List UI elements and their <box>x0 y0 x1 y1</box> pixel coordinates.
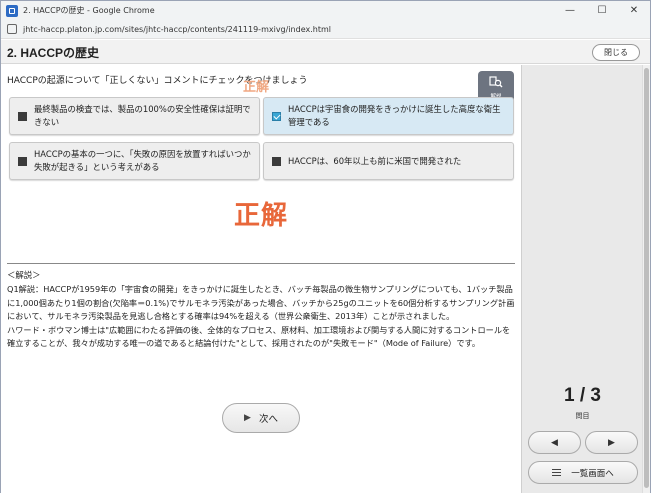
page-unit: 問目 <box>575 412 590 420</box>
window-controls: — ☐ ✕ <box>554 1 650 20</box>
divider <box>7 263 515 264</box>
option-4[interactable]: HACCPは、60年以上も前に米国で開発された <box>263 142 514 180</box>
page-counter: 1 / 3 <box>564 385 601 406</box>
option-2[interactable]: HACCPは宇宙食の開発をきっかけに誕生した高度な衛生管理である <box>263 97 514 135</box>
option-text: 最終製品の検査では、製品の100%の安全性確保は証明できない <box>34 104 251 127</box>
correct-mark-small: 正解 <box>243 80 270 95</box>
page-title: 2. HACCPの歴史 <box>7 46 100 60</box>
option-checkbox[interactable] <box>272 156 281 166</box>
main-content: HACCPの起源について「正しくない」コメントにチェックをつけましょう 正解 解… <box>1 65 521 493</box>
url-text[interactable]: jhtc-haccp.platon.jp.com/sites/jhtc-hacc… <box>23 25 331 34</box>
option-checkbox-checked[interactable] <box>272 111 281 121</box>
explanation-body: Q1解説：HACCPが1959年の「宇宙食の開発」をきっかけに誕生したとき、バッ… <box>7 284 515 349</box>
option-text: HACCPは宇宙食の開発をきっかけに誕生した高度な衛生管理である <box>288 104 501 127</box>
explanation-title: ＜解説＞ <box>7 270 41 280</box>
option-text: HACCPの基本の一つに、「失敗の原因を放置すればいつか失敗が起きる」という考え… <box>34 149 251 172</box>
list-label: 一覧画面へ <box>571 468 614 479</box>
option-1[interactable]: 最終製品の検査では、製品の100%の安全性確保は証明できない <box>9 97 260 135</box>
scrollbar[interactable] <box>642 65 650 493</box>
window-title: 2. HACCPの歴史 - Google Chrome <box>23 6 155 15</box>
favicon-icon <box>6 4 18 17</box>
next-label: 次へ <box>258 414 278 425</box>
next-button[interactable]: ▶ 次へ <box>222 403 300 433</box>
page-header: 2. HACCPの歴史 閉じる <box>1 40 650 64</box>
address-bar[interactable]: jhtc-haccp.platon.jp.com/sites/jhtc-hacc… <box>1 20 650 39</box>
option-3[interactable]: HACCPの基本の一つに、「失敗の原因を放置すればいつか失敗が起きる」という考え… <box>9 142 260 180</box>
title-bar: 2. HACCPの歴史 - Google Chrome — ☐ ✕ <box>1 1 650 20</box>
browser-window: 2. HACCPの歴史 - Google Chrome — ☐ ✕ jhtc-h… <box>0 0 651 493</box>
arrow-left-icon: ◀ <box>551 437 558 448</box>
scroll-thumb[interactable] <box>644 68 649 488</box>
option-text: HACCPは、60年以上も前に米国で開発された <box>288 155 462 166</box>
magnifier-icon <box>489 76 503 91</box>
option-checkbox[interactable] <box>18 111 27 121</box>
prev-page-button[interactable]: ◀ <box>528 431 581 454</box>
close-window-button[interactable]: ✕ <box>618 1 650 20</box>
maximize-button[interactable]: ☐ <box>586 1 618 20</box>
sidebar: 1 / 3 問目 ◀ ▶ 一覧画面へ <box>521 65 642 493</box>
correct-mark-large: 正解 <box>234 201 289 231</box>
site-info-icon[interactable] <box>7 24 17 34</box>
list-icon <box>552 468 562 477</box>
next-page-button[interactable]: ▶ <box>585 431 638 454</box>
arrow-right-icon: ▶ <box>608 437 615 448</box>
option-checkbox[interactable] <box>18 156 27 166</box>
play-icon: ▶ <box>244 413 251 423</box>
list-view-button[interactable]: 一覧画面へ <box>528 461 638 484</box>
close-button[interactable]: 閉じる <box>592 44 640 61</box>
minimize-button[interactable]: — <box>554 1 586 20</box>
